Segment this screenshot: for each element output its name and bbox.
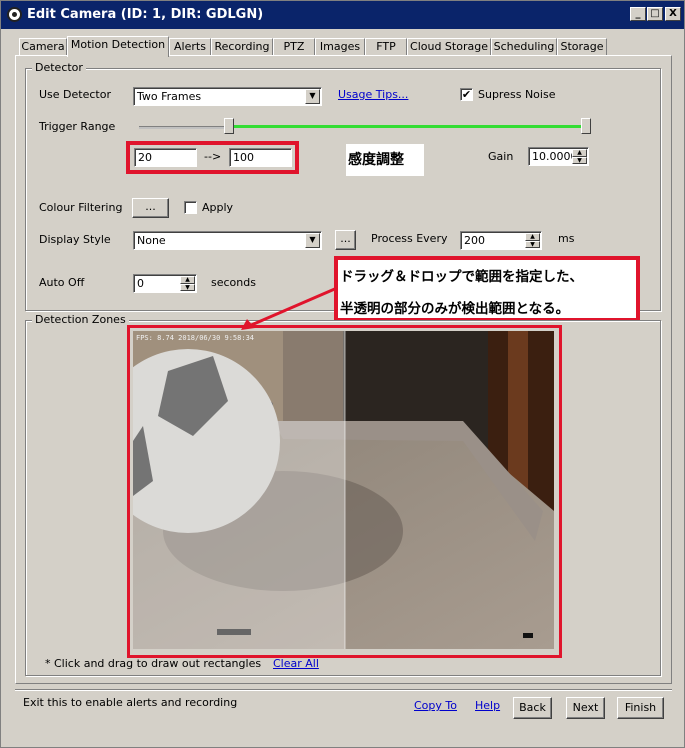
spin-down-icon[interactable]: ▼ — [180, 283, 195, 291]
tab-motion-detection[interactable]: Motion Detection — [67, 36, 169, 57]
trigger-range-track-active — [229, 125, 585, 128]
supress-noise-checkbox[interactable]: ✔ — [460, 88, 473, 101]
process-every-value: 200 — [464, 234, 485, 247]
next-button[interactable]: Next — [566, 697, 605, 719]
process-every-stepper[interactable]: 200 ▲ ▼ — [460, 231, 542, 250]
spin-up-icon[interactable]: ▲ — [525, 233, 540, 241]
display-style-button[interactable]: ... — [335, 230, 356, 250]
spin-up-icon[interactable]: ▲ — [180, 276, 195, 284]
trigger-max-input[interactable]: 100 — [229, 148, 292, 167]
process-every-spin[interactable]: ▲ ▼ — [525, 233, 540, 248]
auto-off-value: 0 — [137, 277, 144, 290]
copy-to-link[interactable]: Copy To — [414, 699, 457, 712]
spin-up-icon[interactable]: ▲ — [572, 149, 587, 157]
trigger-min-input[interactable]: 20 — [134, 148, 197, 167]
process-every-label: Process Every — [371, 232, 448, 245]
clear-all-link[interactable]: Clear All — [273, 657, 319, 670]
display-style-label: Display Style — [39, 233, 111, 246]
finish-button[interactable]: Finish — [617, 697, 664, 719]
camera-app-icon — [7, 7, 22, 22]
use-detector-select[interactable]: Two Frames ▼ — [133, 87, 322, 106]
detector-group-label: Detector — [32, 61, 86, 74]
maximize-button[interactable]: □ — [647, 7, 663, 21]
drag-note-line2: 半透明の部分のみが検出範囲となる。 — [340, 301, 570, 317]
sensitivity-note: 感度調整 — [346, 144, 424, 176]
spin-down-icon[interactable]: ▼ — [572, 156, 587, 164]
trigger-range-min-handle[interactable] — [224, 118, 234, 134]
gain-value: 10.0000 — [532, 150, 578, 163]
display-style-value: None — [137, 234, 166, 247]
apply-checkbox[interactable] — [184, 201, 197, 214]
detection-zones-group-label: Detection Zones — [32, 313, 129, 326]
apply-label: Apply — [202, 201, 234, 214]
help-link[interactable]: Help — [475, 699, 500, 712]
back-button[interactable]: Back — [513, 697, 552, 719]
edit-camera-window: Edit Camera (ID: 1, DIR: GDLGN) _ □ X Ca… — [0, 0, 685, 748]
auto-off-spin[interactable]: ▲ ▼ — [180, 276, 195, 291]
chevron-down-icon[interactable]: ▼ — [305, 233, 320, 248]
gain-label: Gain — [488, 150, 514, 163]
tab-alerts[interactable]: Alerts — [169, 38, 211, 56]
footer-divider — [15, 689, 672, 691]
title-bar[interactable]: Edit Camera (ID: 1, DIR: GDLGN) _ □ X — [1, 1, 684, 29]
auto-off-stepper[interactable]: 0 ▲ ▼ — [133, 274, 197, 293]
gain-spin[interactable]: ▲ ▼ — [572, 149, 587, 164]
tab-scheduling[interactable]: Scheduling — [491, 38, 557, 56]
gain-stepper[interactable]: 10.0000 ▲ ▼ — [528, 147, 589, 166]
spin-down-icon[interactable]: ▼ — [525, 240, 540, 248]
tab-cloud-storage[interactable]: Cloud Storage — [407, 38, 491, 56]
minimize-button[interactable]: _ — [630, 7, 646, 21]
colour-filtering-label: Colour Filtering — [39, 201, 123, 214]
trigger-range-track-left — [139, 126, 229, 129]
use-detector-label: Use Detector — [39, 88, 111, 101]
footer-status: Exit this to enable alerts and recording — [23, 696, 238, 709]
use-detector-value: Two Frames — [137, 90, 202, 103]
ms-label: ms — [558, 232, 575, 245]
drag-note-box: ドラッグ＆ドロップで範囲を指定した、 半透明の部分のみが検出範囲となる。 — [334, 256, 640, 322]
auto-off-label: Auto Off — [39, 276, 85, 289]
chevron-down-icon[interactable]: ▼ — [305, 89, 320, 104]
tab-images[interactable]: Images — [315, 38, 365, 56]
detection-zone-highlight — [127, 325, 562, 658]
arrow-annotation — [241, 286, 338, 330]
colour-filtering-button[interactable]: ... — [132, 198, 169, 218]
trigger-range-max-handle[interactable] — [581, 118, 591, 134]
close-button[interactable]: X — [665, 7, 681, 21]
usage-tips-link[interactable]: Usage Tips... — [338, 88, 408, 101]
tab-storage[interactable]: Storage — [557, 38, 607, 56]
zones-hint: * Click and drag to draw out rectangles — [45, 657, 262, 670]
supress-noise-label: Supress Noise — [478, 88, 556, 101]
window-title: Edit Camera (ID: 1, DIR: GDLGN) — [27, 7, 264, 22]
display-style-select[interactable]: None ▼ — [133, 231, 322, 250]
tab-ptz[interactable]: PTZ — [273, 38, 315, 56]
drag-note-line1: ドラッグ＆ドロップで範囲を指定した、 — [340, 269, 583, 285]
tab-camera[interactable]: Camera — [19, 38, 67, 56]
tab-ftp[interactable]: FTP — [365, 38, 407, 56]
trigger-range-label: Trigger Range — [39, 120, 116, 133]
trigger-range-arrow: --> — [204, 150, 222, 163]
tab-recording[interactable]: Recording — [211, 38, 273, 56]
